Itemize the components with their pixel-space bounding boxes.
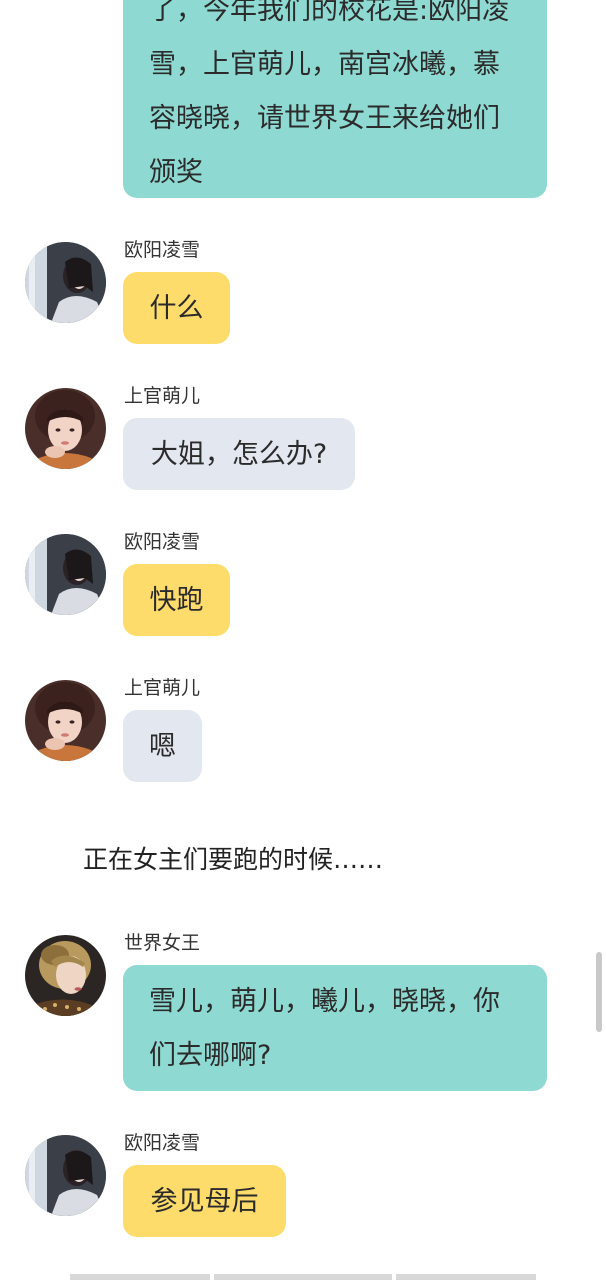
message-bubble: 大姐，怎么办? <box>123 418 355 490</box>
sender-name: 欧阳凌雪 <box>124 531 201 553</box>
portrait-dark-hair-window-icon[interactable] <box>25 1135 106 1216</box>
portrait-girl-bangs-icon[interactable] <box>25 680 106 761</box>
message-bubble: 嗯 <box>123 710 202 782</box>
message-text: 什么 <box>149 292 204 324</box>
portrait-dark-hair-window-icon[interactable] <box>25 242 106 323</box>
narration-text: 正在女主们要跑的时候…… <box>83 845 384 874</box>
portrait-dark-hair-window-icon[interactable] <box>25 534 106 615</box>
bubble-line: 容晓晓，请世界女王来给她们 <box>149 103 500 134</box>
message-text: 快跑 <box>149 584 204 616</box>
message-bubble: 快跑 <box>123 564 230 636</box>
bubble-line: 了，今年我们的校花是:欧阳凌 <box>149 0 510 26</box>
next-item-strip <box>70 1274 210 1280</box>
sender-name: 欧阳凌雪 <box>124 1132 201 1154</box>
message-text: 大姐，怎么办? <box>150 438 328 470</box>
bubble-line: 颁奖 <box>149 157 203 188</box>
message-text: 参见母后 <box>150 1185 259 1217</box>
bubble-line: 雪，上官萌儿，南宫冰曦，慕 <box>149 49 500 80</box>
sender-name: 上官萌儿 <box>124 385 201 407</box>
next-item-strip <box>214 1274 392 1280</box>
scrollbar-thumb[interactable] <box>596 952 602 1032</box>
portrait-blonde-queen-icon[interactable] <box>25 935 106 1016</box>
message-bubble-announcement: 了，今年我们的校花是:欧阳凌 雪，上官萌儿，南宫冰曦，慕 容晓晓，请世界女王来给… <box>123 0 547 198</box>
sender-name: 世界女王 <box>124 932 201 954</box>
message-text: 嗯 <box>149 730 176 762</box>
bubble-line: 雪儿，萌儿，曦儿，晓晓，你 <box>149 986 500 1017</box>
portrait-girl-bangs-icon[interactable] <box>25 388 106 469</box>
message-bubble: 雪儿，萌儿，曦儿，晓晓，你 们去哪啊? <box>123 965 547 1091</box>
next-item-strip <box>396 1274 536 1280</box>
bubble-line: 们去哪啊? <box>149 1040 272 1071</box>
sender-name: 欧阳凌雪 <box>124 239 201 261</box>
chat-screen: 了，今年我们的校花是:欧阳凌 雪，上官萌儿，南宫冰曦，慕 容晓晓，请世界女王来给… <box>0 0 606 1280</box>
sender-name: 上官萌儿 <box>124 677 201 699</box>
message-bubble: 参见母后 <box>123 1165 286 1237</box>
message-bubble: 什么 <box>123 272 230 344</box>
